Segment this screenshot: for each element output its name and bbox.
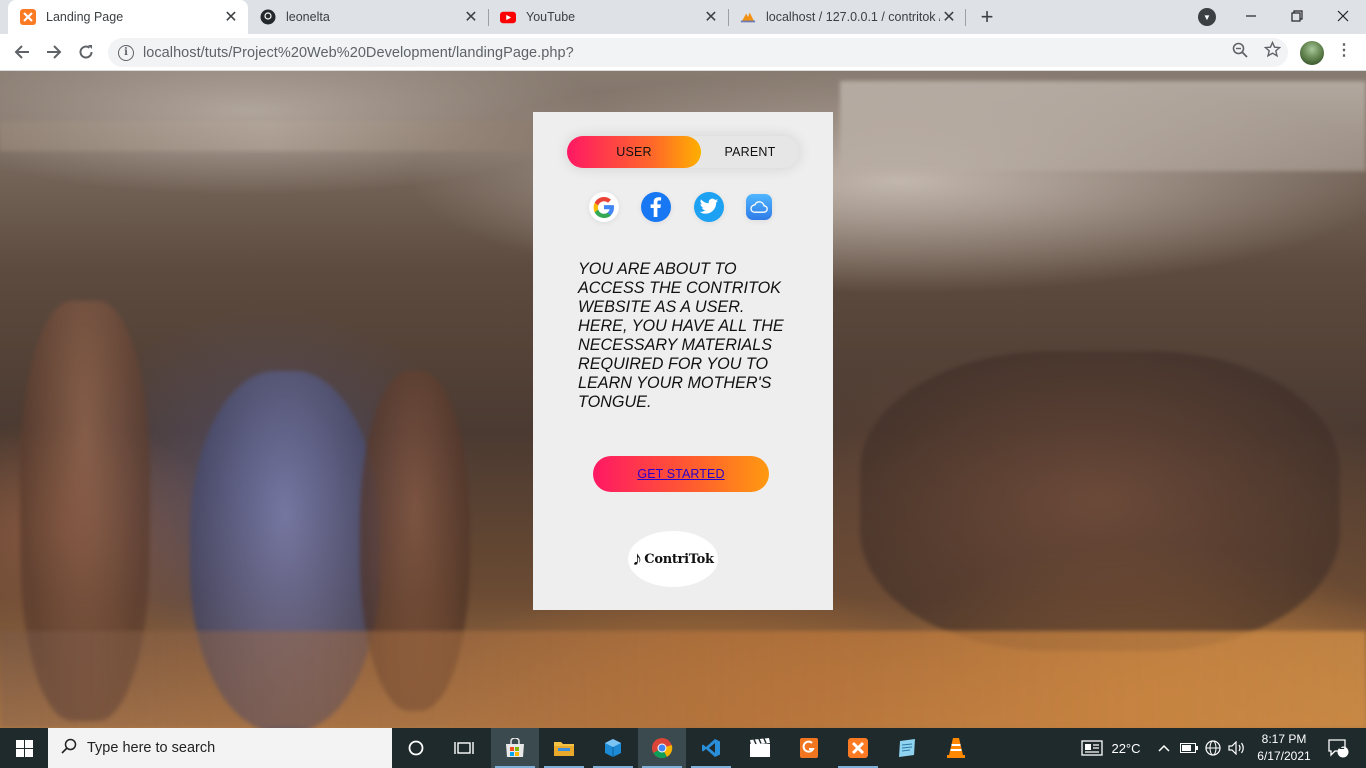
tab-search-icon[interactable]: ▼ — [1198, 8, 1216, 26]
tab-title: localhost / 127.0.0.1 / contritok / — [766, 10, 940, 24]
chrome-icon[interactable] — [638, 728, 686, 768]
windows-logo-icon — [15, 739, 33, 757]
close-icon[interactable]: ✕ — [462, 8, 480, 26]
icloud-icon[interactable] — [746, 194, 772, 220]
notification-center-icon[interactable]: 2 — [1318, 728, 1358, 768]
browser-menu-icon[interactable]: ⋮ — [1336, 40, 1352, 60]
logo-wordmark: ContriTok — [644, 551, 714, 567]
site-info-icon[interactable]: i — [118, 44, 134, 61]
toggle-user-button[interactable]: USER — [567, 136, 701, 168]
start-button[interactable] — [0, 728, 48, 768]
new-tab-button[interactable]: + — [975, 4, 999, 29]
phpmyadmin-icon — [740, 9, 756, 25]
clock-date: 6/17/2021 — [1257, 749, 1311, 763]
cortana-icon[interactable] — [392, 728, 440, 768]
browser-toolbar: i localhost/tuts/Project%20Web%20Develop… — [0, 34, 1366, 71]
zoom-icon[interactable] — [1232, 42, 1248, 62]
facebook-icon[interactable] — [641, 192, 671, 222]
close-icon[interactable]: ✕ — [702, 8, 720, 26]
system-clock[interactable]: 8:17 PM 6/17/2021 — [1252, 731, 1316, 765]
user-access-message: YOU ARE ABOUT TO ACCESS THE CONTRITOK WE… — [578, 260, 784, 411]
background-photo — [0, 121, 540, 151]
tab-title: YouTube — [526, 10, 576, 24]
taskbar-search-box[interactable]: Type here to search — [48, 728, 392, 768]
background-photo — [840, 81, 1366, 171]
minimize-button[interactable] — [1228, 0, 1274, 32]
tab-leonelta[interactable]: leonelta ✕ — [248, 0, 488, 34]
restore-button[interactable] — [1274, 0, 1320, 32]
google-icon[interactable] — [589, 192, 619, 222]
social-login-row — [533, 192, 833, 224]
vlc-icon[interactable] — [932, 728, 980, 768]
video-editor-icon[interactable] — [736, 728, 784, 768]
network-globe-icon[interactable] — [1202, 728, 1224, 768]
reload-button[interactable] — [72, 38, 100, 66]
file-explorer-icon[interactable] — [540, 728, 588, 768]
close-window-button[interactable] — [1320, 0, 1366, 32]
role-toggle: USER PARENT — [567, 136, 799, 168]
virtualbox-icon[interactable] — [589, 728, 637, 768]
page-viewport: USER PARENT YOU ARE ABOUT TO ACCESS THE … — [0, 71, 1366, 728]
tab-separator — [965, 9, 966, 26]
toggle-parent-button[interactable]: PARENT — [701, 136, 799, 168]
twitter-icon[interactable] — [694, 192, 724, 222]
close-icon[interactable]: ✕ — [940, 8, 958, 26]
windows-taskbar: Type here to search 22°C 8:17 PM 6/17/20… — [0, 728, 1366, 768]
search-icon — [61, 738, 77, 759]
youtube-icon — [500, 9, 516, 25]
tab-phpmyadmin[interactable]: localhost / 127.0.0.1 / contritok / ✕ — [728, 0, 966, 34]
forward-button[interactable] — [40, 38, 68, 66]
tab-landing-page[interactable]: Landing Page ✕ — [8, 0, 248, 34]
url-text: localhost/tuts/Project%20Web%20Developme… — [143, 44, 574, 61]
contritok-logo: ♪ ContriTok — [628, 531, 718, 587]
vscode-icon[interactable] — [687, 728, 735, 768]
address-bar[interactable]: i localhost/tuts/Project%20Web%20Develop… — [108, 38, 1288, 67]
landing-card: USER PARENT YOU ARE ABOUT TO ACCESS THE … — [533, 112, 833, 610]
notepad-icon[interactable] — [883, 728, 931, 768]
notification-count: 2 — [1339, 741, 1345, 752]
battery-icon[interactable] — [1178, 728, 1200, 768]
xampp-icon — [20, 9, 36, 25]
clock-time: 8:17 PM — [1261, 732, 1307, 746]
task-view-icon[interactable] — [440, 728, 488, 768]
xampp-taskbar-icon[interactable] — [834, 728, 882, 768]
bookmark-star-icon[interactable] — [1263, 40, 1282, 62]
background-photo — [0, 631, 1366, 728]
github-icon — [260, 9, 276, 25]
profile-avatar[interactable] — [1300, 41, 1324, 65]
background-photo — [860, 351, 1340, 651]
tab-strip: Landing Page ✕ leonelta ✕ YouTube ✕ loca… — [0, 0, 1366, 34]
close-icon[interactable]: ✕ — [222, 8, 240, 26]
wps-pdf-icon[interactable] — [785, 728, 833, 768]
news-widget-icon[interactable] — [1078, 728, 1106, 768]
back-button[interactable] — [8, 38, 36, 66]
weather-temperature[interactable]: 22°C — [1108, 728, 1144, 768]
chevron-up-icon[interactable] — [1155, 728, 1173, 768]
volume-icon[interactable] — [1226, 728, 1248, 768]
tab-title: leonelta — [286, 10, 330, 24]
tab-title: Landing Page — [46, 10, 124, 24]
tab-youtube[interactable]: YouTube ✕ — [488, 0, 728, 34]
music-note-icon: ♪ — [632, 547, 643, 570]
microsoft-store-icon[interactable] — [491, 728, 539, 768]
get-started-link[interactable]: GET STARTED — [637, 467, 724, 481]
get-started-button[interactable]: GET STARTED — [593, 456, 769, 492]
search-placeholder: Type here to search — [87, 740, 216, 756]
